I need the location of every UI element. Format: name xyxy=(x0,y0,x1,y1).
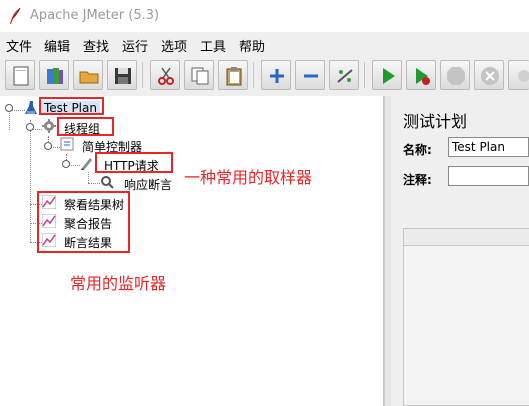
copy-icon xyxy=(191,67,209,85)
jmeter-feather-icon xyxy=(10,7,21,24)
menu-run[interactable]: 运行 xyxy=(122,36,148,55)
magnifier-icon xyxy=(101,176,114,189)
menu-options[interactable]: 选项 xyxy=(161,36,187,55)
test-plan-tree: Test Plan 线程组 简单控制器 HTTP请求 响应断言 一种常用的取样器… xyxy=(0,96,384,406)
start-button[interactable] xyxy=(372,60,402,90)
http-request-toggle[interactable] xyxy=(62,160,70,168)
menu-file[interactable]: 文件 xyxy=(6,36,32,55)
sampler-pencil-icon xyxy=(81,158,92,170)
start-icon xyxy=(383,68,395,84)
toolbar-separator xyxy=(253,62,254,88)
menu-search[interactable]: 查找 xyxy=(83,36,109,55)
test-plan-toggle[interactable] xyxy=(5,104,13,112)
shutdown-icon xyxy=(481,67,499,85)
new-file-icon xyxy=(13,66,29,86)
menu-help[interactable]: 帮助 xyxy=(239,36,265,55)
expand-all-button[interactable] xyxy=(261,60,291,90)
test-plan-icon xyxy=(25,101,37,114)
tree-connector xyxy=(9,110,10,130)
tree-connector xyxy=(88,183,100,184)
gear-icon xyxy=(42,119,56,133)
panel-heading: 测试计划 xyxy=(403,112,468,131)
menu-tools[interactable]: 工具 xyxy=(200,36,226,55)
open-folder-icon xyxy=(79,71,99,84)
collapse-icon xyxy=(304,74,318,78)
toolbar xyxy=(0,56,529,97)
toggle-button[interactable] xyxy=(329,60,359,90)
test-plan-settings-panel: 测试计划 名称: Test Plan 注释: xyxy=(391,96,529,406)
http-request-highlight xyxy=(95,152,173,173)
cut-button[interactable] xyxy=(150,60,180,90)
menu-bar: 文件 编辑 查找 运行 选项 工具 帮助 xyxy=(0,32,529,56)
name-field[interactable]: Test Plan xyxy=(448,137,529,157)
table-header xyxy=(404,229,529,246)
tree-connector xyxy=(88,172,89,183)
paste-icon xyxy=(226,67,242,86)
listener-annotation: 常用的监听器 xyxy=(70,274,167,293)
shutdown-button[interactable] xyxy=(474,60,504,90)
save-button[interactable] xyxy=(107,60,137,90)
user-variables-table xyxy=(403,228,529,406)
collapse-all-button[interactable] xyxy=(295,60,325,90)
comment-label: 注释: xyxy=(403,173,432,187)
templates-button[interactable] xyxy=(39,60,69,90)
copy-button[interactable] xyxy=(184,60,214,90)
toggle-icon xyxy=(337,69,353,83)
controller-icon xyxy=(60,137,74,151)
tree-node-response-assertion[interactable]: 响应断言 xyxy=(100,174,190,192)
save-icon xyxy=(115,68,131,84)
response-assertion-label: 响应断言 xyxy=(124,178,173,192)
stop-icon xyxy=(447,67,465,85)
name-label: 名称: xyxy=(403,143,432,157)
templates-icon xyxy=(47,68,63,84)
start-no-pause-icon xyxy=(416,68,430,85)
start-no-pause-button[interactable] xyxy=(406,60,436,90)
clear-button[interactable] xyxy=(508,60,529,90)
comment-field[interactable] xyxy=(448,166,529,186)
cut-icon xyxy=(158,67,174,85)
toolbar-separator xyxy=(364,62,365,88)
open-button[interactable] xyxy=(73,60,103,90)
test-plan-highlight xyxy=(39,97,104,115)
thread-group-highlight xyxy=(57,117,114,136)
menu-edit[interactable]: 编辑 xyxy=(44,36,70,55)
clear-icon xyxy=(518,70,529,82)
toolbar-separator xyxy=(142,62,143,88)
stop-button[interactable] xyxy=(440,60,470,90)
new-button[interactable] xyxy=(5,60,35,90)
simple-controller-toggle[interactable] xyxy=(44,142,52,150)
listeners-highlight xyxy=(37,191,130,253)
title-bar: Apache JMeter (5.3) xyxy=(0,0,529,32)
sampler-annotation: 一种常用的取样器 xyxy=(184,168,313,187)
expand-icon xyxy=(270,69,284,83)
window-title: Apache JMeter (5.3) xyxy=(30,8,160,23)
thread-group-toggle[interactable] xyxy=(26,123,34,131)
paste-button[interactable] xyxy=(218,60,248,90)
